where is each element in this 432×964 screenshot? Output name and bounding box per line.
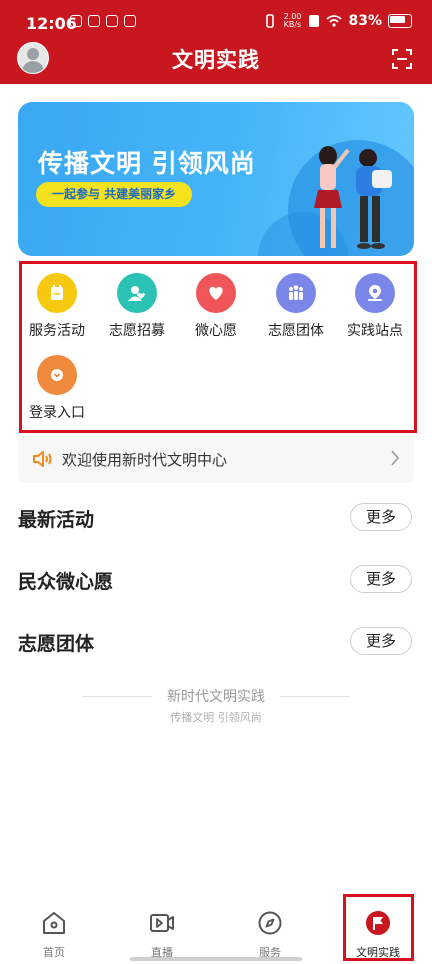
tab-services[interactable]: 服务 (216, 896, 324, 960)
page-title: 文明实践 (172, 48, 260, 72)
menu-item-login-entry[interactable]: 登录入口 (17, 355, 97, 422)
chevron-right-icon (391, 450, 400, 466)
app-notify-icon-2 (106, 15, 118, 27)
active-tab-highlight (343, 894, 414, 961)
login-icon (37, 355, 77, 395)
more-button-latest-activities[interactable]: 更多 (350, 503, 412, 531)
app-notify-icon (88, 15, 100, 27)
group-icon (276, 273, 316, 313)
menu-item-micro-wish[interactable]: 微心愿 (176, 273, 256, 340)
status-right: 2.00 KB/s 83% (264, 13, 412, 29)
hero-banner[interactable]: 传播文明 引领风尚 一起参与 共建美丽家乡 (18, 102, 414, 256)
menu-item-volunteer-recruit[interactable]: 志愿招募 (97, 273, 177, 340)
menu-label: 服务活动 (29, 323, 85, 339)
menu-label: 志愿招募 (109, 323, 165, 339)
menu-item-volunteer-groups[interactable]: 志愿团体 (256, 273, 336, 340)
calendar-icon (37, 273, 77, 313)
battery-icon (388, 14, 412, 28)
live-video-icon (150, 914, 174, 932)
tab-live[interactable]: 直播 (108, 896, 216, 960)
more-button-public-wishes[interactable]: 更多 (350, 565, 412, 593)
home-icon (43, 912, 65, 934)
volunteers-illustration (314, 146, 392, 249)
heart-icon (196, 273, 236, 313)
app-notify-icon-3 (124, 15, 136, 27)
banner-title: 传播文明 引领风尚 (38, 149, 256, 178)
menu-item-practice-sites[interactable]: 实践站点 (335, 273, 415, 340)
location-icon (355, 273, 395, 313)
menu-label: 实践站点 (347, 323, 403, 339)
notice-bar[interactable]: 欢迎使用新时代文明中心 (18, 435, 414, 483)
section-title-volunteer-groups: 志愿团体 (18, 633, 95, 655)
tiktok-icon (70, 15, 82, 27)
banner-slogan: 一起参与 共建美丽家乡 (36, 182, 193, 207)
notification-icons (70, 15, 136, 27)
wifi-icon (326, 15, 343, 27)
menu-label: 微心愿 (195, 323, 237, 339)
menu-item-service-activities[interactable]: 服务活动 (17, 273, 97, 340)
net-speed: 2.00 KB/s (283, 12, 302, 29)
user-heart-icon (117, 273, 157, 313)
footer-title: 新时代文明实践 (167, 689, 265, 705)
notice-text: 欢迎使用新时代文明中心 (62, 451, 228, 469)
sim-icon (309, 15, 320, 27)
vibrate-icon (266, 14, 275, 28)
section-title-latest-activities: 最新活动 (18, 509, 95, 531)
status-bar: 12:06 2.00 KB/s 83% (0, 0, 432, 40)
home-indicator[interactable] (130, 957, 302, 961)
scan-icon[interactable] (392, 49, 412, 69)
compass-icon (258, 911, 282, 935)
menu-label: 登录入口 (29, 405, 85, 421)
speaker-icon (33, 451, 52, 467)
footer-subtitle: 传播文明 引领风尚 (170, 711, 262, 724)
battery-percent: 83% (348, 13, 382, 29)
more-button-volunteer-groups[interactable]: 更多 (350, 627, 412, 655)
menu-label: 志愿团体 (268, 323, 324, 339)
section-title-public-wishes: 民众微心愿 (18, 571, 114, 593)
tab-home[interactable]: 首页 (0, 896, 108, 960)
app-header: 12:06 2.00 KB/s 83% 文明实践 (0, 0, 432, 84)
tab-label: 首页 (43, 946, 65, 959)
